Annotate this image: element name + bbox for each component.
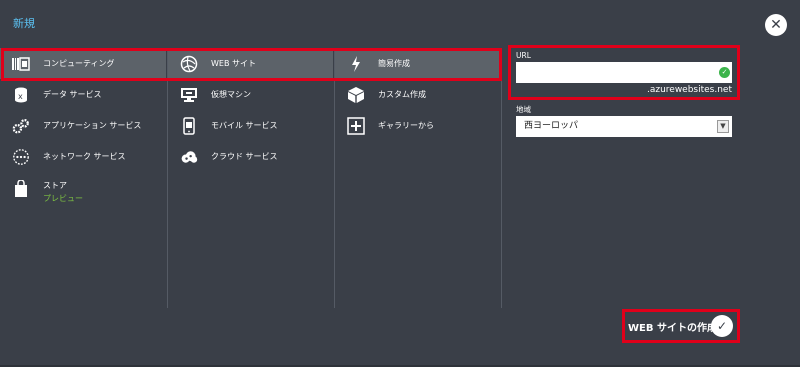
data-icon: x (12, 86, 30, 104)
category-network[interactable]: ネットワーク サービス (0, 141, 166, 172)
category-label: ストア (43, 181, 67, 190)
option-label: 簡易作成 (378, 59, 410, 68)
compute-item-mobile[interactable]: モバイル サービス (168, 110, 333, 141)
region-select[interactable]: 西ヨーロッパ ▼ (516, 116, 732, 137)
compute-icon (12, 55, 30, 73)
url-label: URL (516, 51, 531, 60)
compute-item-vm[interactable]: 仮想マシン (168, 79, 333, 110)
close-button[interactable]: ✕ (765, 14, 787, 36)
close-icon: ✕ (770, 17, 782, 33)
category-store[interactable]: ストア プレビュー (0, 172, 166, 212)
category-list: コンピューティング x データ サービス アプリケーション サービス ネットワー… (0, 48, 166, 308)
compute-item-label: モバイル サービス (211, 121, 278, 130)
vm-icon (180, 86, 198, 104)
plus-icon (347, 116, 365, 135)
category-label: データ サービス (43, 90, 102, 99)
option-quick-create[interactable]: 簡易作成 (335, 48, 500, 79)
checkmark-icon: ✓ (716, 319, 728, 333)
cloud-icon (180, 148, 198, 166)
option-label: カスタム作成 (378, 90, 426, 99)
lightning-icon (347, 55, 365, 73)
option-from-gallery[interactable]: ギャラリーから (335, 110, 500, 141)
network-icon (12, 148, 30, 166)
web-icon (180, 55, 198, 73)
create-options-list: 簡易作成 カスタム作成 ギャラリーから (334, 48, 500, 308)
region-label: 地域 (516, 105, 531, 114)
category-app-services[interactable]: アプリケーション サービス (0, 110, 166, 141)
compute-item-label: クラウド サービス (211, 152, 278, 161)
compute-item-label: WEB サイト (211, 59, 256, 68)
dialog-title: 新規 (13, 17, 35, 30)
category-label: アプリケーション サービス (43, 121, 142, 130)
mobile-icon (180, 116, 198, 135)
option-label: ギャラリーから (378, 121, 434, 130)
category-compute[interactable]: コンピューティング (0, 48, 166, 79)
url-input[interactable] (516, 62, 732, 83)
chevron-down-icon[interactable]: ▼ (717, 120, 729, 133)
url-suffix: .azurewebsites.net (646, 85, 732, 95)
compute-item-cloud[interactable]: クラウド サービス (168, 141, 333, 172)
compute-item-label: 仮想マシン (211, 90, 251, 99)
box-icon (347, 86, 365, 104)
option-custom-create[interactable]: カスタム作成 (335, 79, 500, 110)
region-value: 西ヨーロッパ (524, 121, 579, 131)
gears-icon (12, 117, 30, 135)
category-data[interactable]: x データ サービス (0, 79, 166, 110)
compute-item-website[interactable]: WEB サイト (168, 48, 333, 79)
preview-badge: プレビュー (43, 194, 83, 203)
create-website-label: WEB サイトの作成 (628, 323, 717, 334)
create-website-button[interactable]: ✓ (711, 315, 733, 337)
category-label: ネットワーク サービス (43, 152, 126, 161)
svg-text:x: x (18, 92, 23, 101)
category-label: コンピューティング (43, 59, 115, 68)
compute-list: WEB サイト 仮想マシン モバイル サービス クラウド サービス (167, 48, 333, 308)
bag-icon (12, 180, 30, 198)
valid-check-icon: ✓ (719, 67, 730, 78)
